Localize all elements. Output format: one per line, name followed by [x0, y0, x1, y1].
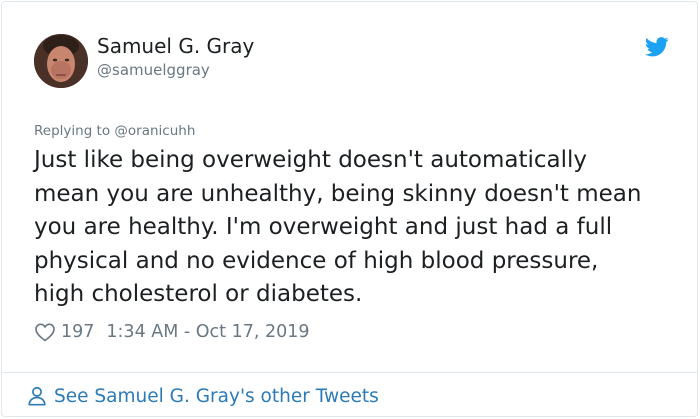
tweet-timestamp[interactable]: 1:34 AM - Oct 17, 2019 — [106, 322, 309, 342]
tweet-meta: 197 1:34 AM - Oct 17, 2019 — [34, 320, 310, 344]
author-display-name[interactable]: Samuel G. Gray — [97, 34, 254, 58]
divider — [2, 372, 697, 373]
avatar[interactable] — [34, 34, 88, 88]
avatar-photo — [34, 34, 88, 88]
person-icon — [28, 386, 46, 406]
tweet-text: Just like being overweight doesn't autom… — [34, 147, 642, 307]
see-other-tweets-label[interactable]: See Samuel G. Gray's other Tweets — [54, 386, 379, 407]
author-handle[interactable]: @samuelggray — [97, 61, 210, 79]
reply-context[interactable]: Replying to @oranicuhh — [34, 123, 195, 139]
twitter-bird-icon[interactable] — [645, 37, 669, 57]
heart-icon[interactable] — [34, 321, 56, 343]
embedded-tweet-card: Samuel G. Gray @samuelggray Replying to … — [1, 1, 698, 417]
like-count[interactable]: 197 — [61, 322, 94, 342]
see-other-tweets-link[interactable]: See Samuel G. Gray's other Tweets — [26, 383, 379, 409]
